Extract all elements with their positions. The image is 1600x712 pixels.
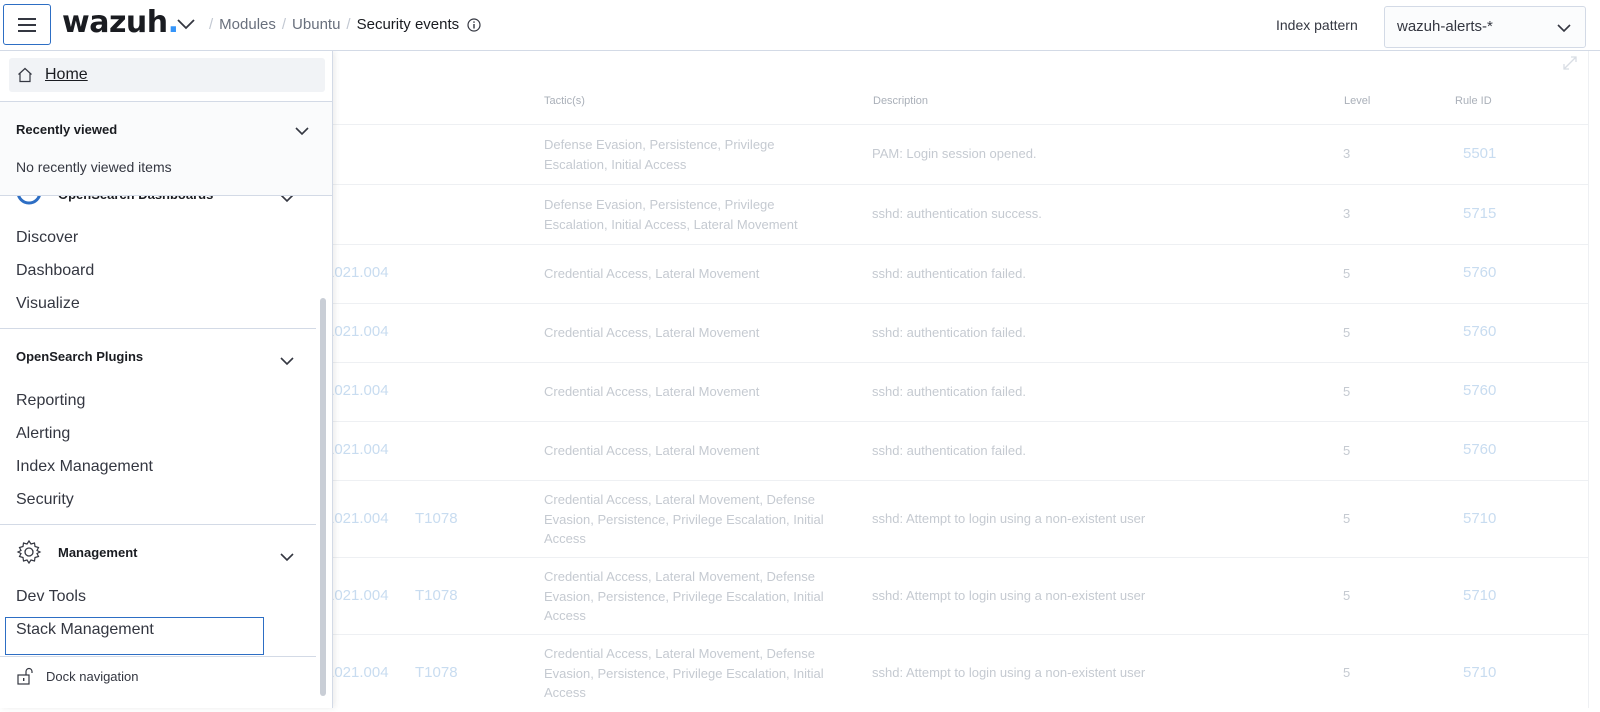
gear-icon [16,539,42,570]
menu-toggle-button[interactable] [3,4,51,45]
column-header-description[interactable]: Description [873,95,928,107]
table-row[interactable]: 1021.004 T1078 Credential Access, Latera… [326,481,1588,558]
sidenav-scrollbar[interactable] [320,298,326,696]
index-pattern-value: wazuh-alerts-* [1397,18,1493,35]
technique-link[interactable]: 1021.004 [326,322,389,342]
chevron-down-icon[interactable] [295,123,309,141]
nav-security[interactable]: Security [16,491,74,509]
info-icon[interactable] [467,17,481,32]
fullscreen-icon[interactable] [1562,55,1578,76]
technique-link[interactable]: T1078 [415,663,458,683]
nav-reporting[interactable]: Reporting [16,392,85,410]
page-scrollbar[interactable] [1588,51,1600,708]
app-switcher-chevron-icon[interactable] [176,17,196,35]
index-pattern-label: Index pattern [1276,17,1358,33]
breadcrumb-ubuntu[interactable]: Ubuntu [292,16,340,33]
group-management[interactable]: Management [58,545,137,560]
nav-visualize[interactable]: Visualize [16,295,80,313]
technique-link[interactable]: T1078 [415,509,458,529]
nav-alerting[interactable]: Alerting [16,425,70,443]
rule-id-link[interactable]: 5715 [1463,204,1496,224]
table-row[interactable]: 1021.004 Credential Access, Lateral Move… [326,304,1588,363]
recently-viewed-empty: No recently viewed items [16,159,172,175]
nav-dashboard[interactable]: Dashboard [16,262,94,280]
technique-link[interactable]: 1021.004 [326,663,389,683]
dock-navigation-button[interactable]: Dock navigation [16,667,139,685]
rule-id-link[interactable]: 5760 [1463,440,1496,460]
technique-link[interactable]: 1021.004 [326,381,389,401]
recently-viewed-title[interactable]: Recently viewed [16,122,117,137]
chevron-down-icon[interactable] [280,353,294,371]
table-row[interactable]: 1021.004 Credential Access, Lateral Move… [326,245,1588,304]
nav-home[interactable]: Home [9,58,325,92]
dock-navigation-label: Dock navigation [46,668,139,684]
rule-id-link[interactable]: 5710 [1463,586,1496,606]
nav-dev-tools[interactable]: Dev Tools [16,588,86,606]
technique-link[interactable]: T1078 [415,586,458,606]
index-pattern-select[interactable]: wazuh-alerts-* [1384,6,1586,48]
table-row[interactable]: 1021.004 T1078 Credential Access, Latera… [326,558,1588,635]
rule-id-link[interactable]: 5710 [1463,509,1496,529]
lock-open-icon [17,667,33,685]
side-navigation: Home Recently viewed No recently viewed … [0,51,333,708]
technique-link[interactable]: 1021.004 [326,440,389,460]
column-header-rule-id[interactable]: Rule ID [1455,95,1492,107]
recently-viewed-section: Recently viewed No recently viewed items [0,102,332,196]
rule-id-link[interactable]: 5710 [1463,663,1496,683]
breadcrumb-modules[interactable]: Modules [219,16,276,33]
breadcrumb: / Modules / Ubuntu / Security events [203,16,481,33]
breadcrumb-current: Security events [356,16,460,33]
rule-id-link[interactable]: 5760 [1463,322,1496,342]
table-row[interactable]: Defense Evasion, Persistence, Privilege … [326,125,1588,185]
wazuh-logo[interactable]: wazuh. [62,5,179,40]
rule-id-link[interactable]: 5501 [1463,144,1496,164]
nav-stack-management[interactable]: Stack Management [16,621,154,639]
chevron-down-icon [1557,20,1571,37]
table-row[interactable]: Defense Evasion, Persistence, Privilege … [326,185,1588,245]
technique-link[interactable]: 1021.004 [326,586,389,606]
chevron-down-icon[interactable] [280,549,294,567]
hamburger-icon [18,17,36,32]
nav-index-management[interactable]: Index Management [16,458,153,476]
group-opensearch-plugins[interactable]: OpenSearch Plugins [16,349,143,364]
table-row[interactable]: 1021.004 T1078 Credential Access, Latera… [326,635,1588,712]
technique-link[interactable]: 1021.004 [326,509,389,529]
rule-id-link[interactable]: 5760 [1463,381,1496,401]
column-header-tactics[interactable]: Tactic(s) [544,95,585,107]
nav-discover[interactable]: Discover [16,229,78,247]
home-icon [18,67,32,83]
top-header: wazuh. / Modules / Ubuntu / Security eve… [0,0,1600,51]
column-header-level[interactable]: Level [1344,95,1370,107]
rule-id-link[interactable]: 5760 [1463,263,1496,283]
table-row[interactable]: 1021.004 Credential Access, Lateral Move… [326,363,1588,422]
table-row[interactable]: 1021.004 Credential Access, Lateral Move… [326,422,1588,481]
technique-link[interactable]: 1021.004 [326,263,389,283]
nav-home-label: Home [45,66,88,83]
